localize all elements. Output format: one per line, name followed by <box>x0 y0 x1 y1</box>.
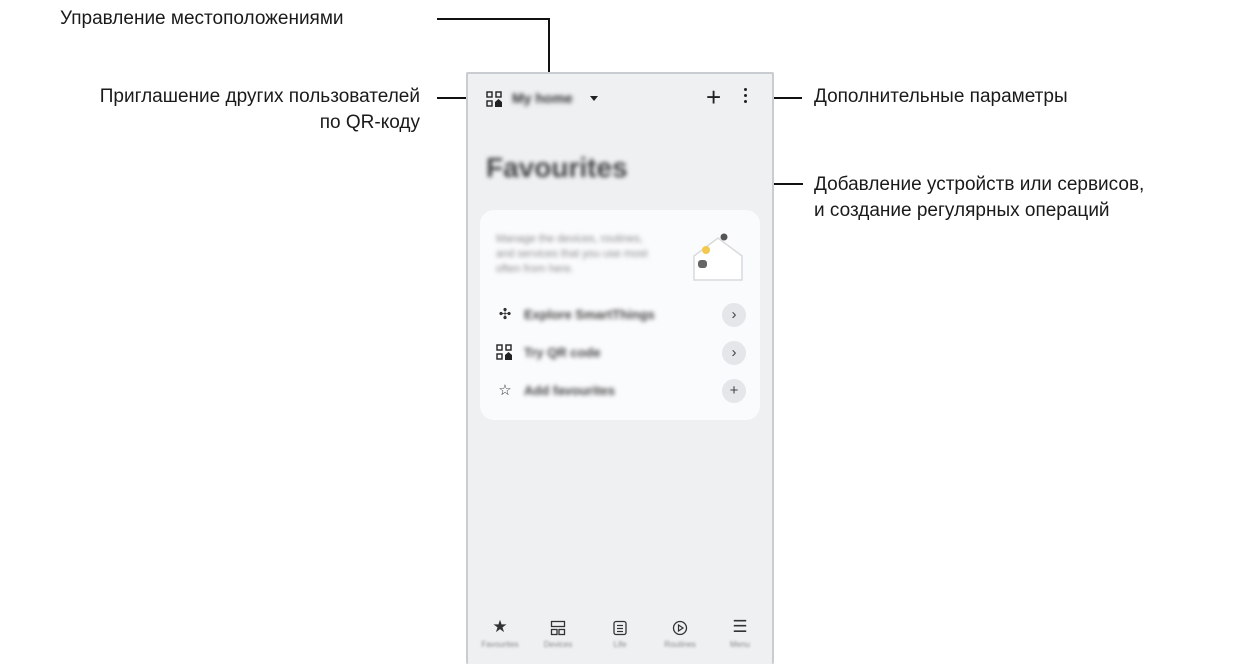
callout-add: Добавление устройств или сервисов, и соз… <box>814 172 1144 224</box>
menu-icon: ☰ <box>732 617 748 636</box>
callout-add-line1: Добавление устройств или сервисов, <box>814 174 1145 195</box>
row-label: Explore SmartThings <box>524 307 655 322</box>
home-selector[interactable]: My home <box>512 90 573 106</box>
callout-invite-line2: по QR-коду <box>319 112 420 133</box>
life-icon <box>592 616 648 638</box>
nav-label: Routines <box>664 640 696 649</box>
star-icon: ★ <box>492 617 508 636</box>
star-outline-icon: ☆ <box>498 382 512 399</box>
callout-invite-line1: Приглашение других пользователей <box>99 86 420 107</box>
list-item-qr[interactable]: Try QR code › <box>496 340 746 366</box>
nav-menu[interactable]: ☰ Menu <box>712 616 768 649</box>
nav-routines[interactable]: Routines <box>652 616 708 649</box>
phone-screen: My home + Favourites Manage the devices,… <box>466 72 774 664</box>
smartthings-icon: ✣ <box>498 306 512 323</box>
nav-label: Menu <box>729 640 750 649</box>
chevron-down-icon[interactable] <box>590 96 598 101</box>
nav-label: Devices <box>543 640 573 649</box>
nav-favourites[interactable]: ★ Favourites <box>472 616 528 649</box>
qr-invite-icon[interactable] <box>486 91 502 107</box>
leader-locations-h <box>437 18 550 20</box>
chevron-right-icon[interactable]: › <box>722 303 746 327</box>
nav-devices[interactable]: Devices <box>530 616 586 649</box>
bottom-navigation: ★ Favourites Devices Life Routines ☰ Men… <box>468 616 772 656</box>
row-label: Add favourites <box>524 383 616 398</box>
callout-add-line2: и создание регулярных операций <box>814 200 1110 221</box>
card-description: Manage the devices, routines, and servic… <box>496 233 648 275</box>
top-bar: My home + <box>468 74 772 126</box>
chevron-right-icon[interactable]: › <box>722 341 746 365</box>
callout-locations: Управление местоположениями <box>60 8 344 29</box>
more-options-icon[interactable] <box>744 88 748 106</box>
routines-icon <box>652 616 708 638</box>
callout-more-options: Дополнительные параметры <box>814 86 1068 107</box>
add-icon[interactable]: + <box>706 84 721 110</box>
qr-home-icon <box>496 344 512 360</box>
home-illustration-icon <box>693 233 743 281</box>
nav-label: Favourites <box>481 640 519 649</box>
row-label: Try QR code <box>524 345 601 360</box>
callout-invite: Приглашение других пользователей по QR-к… <box>6 84 420 136</box>
nav-label: Life <box>613 640 627 649</box>
devices-icon <box>530 616 586 638</box>
page-title: Favourites <box>486 152 628 183</box>
list-item-explore[interactable]: ✣ Explore SmartThings › <box>496 302 746 328</box>
favourites-card: Manage the devices, routines, and servic… <box>480 210 760 420</box>
plus-icon[interactable]: + <box>722 379 746 403</box>
nav-life[interactable]: Life <box>592 616 648 649</box>
list-item-add-favourites[interactable]: ☆ Add favourites + <box>496 378 746 404</box>
